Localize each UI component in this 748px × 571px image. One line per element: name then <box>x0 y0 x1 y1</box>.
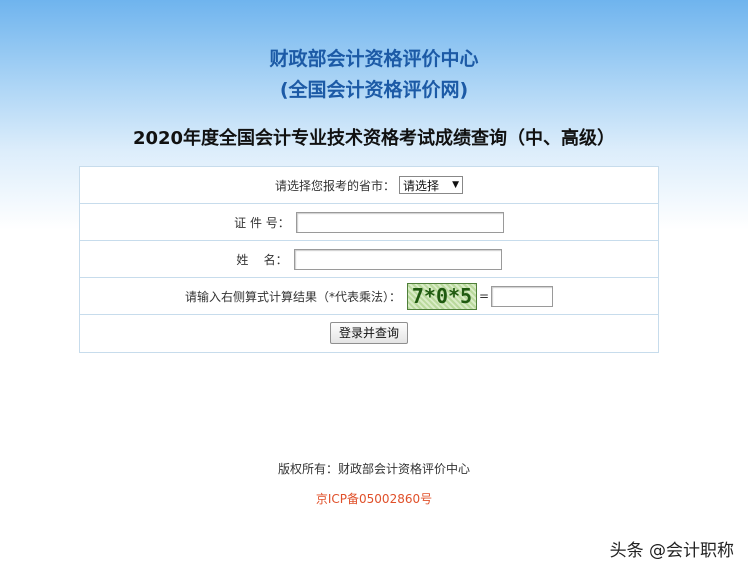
org-subtitle: (全国会计资格评价网) <box>279 79 469 101</box>
province-label: 请选择您报考的省市： <box>274 178 395 193</box>
id-number-input[interactable] <box>295 211 504 233</box>
id-label: 证 件 号： <box>234 215 290 230</box>
captcha-input[interactable] <box>491 285 554 307</box>
province-row: 请选择您报考的省市： 请选择 ▼ <box>80 167 658 204</box>
captcha-image[interactable]: 7*0*5 <box>406 282 477 310</box>
name-label: 姓 名： <box>236 252 288 267</box>
icp-link[interactable]: 京ICP备05002860号 <box>0 490 748 507</box>
org-name: 财政部会计资格评价中心 <box>269 48 479 70</box>
name-input[interactable] <box>293 248 502 270</box>
copyright-text: 版权所有：财政部会计资格评价中心 <box>277 462 470 476</box>
login-query-button[interactable]: 登录并查询 <box>329 321 408 344</box>
watermark: 头条 @会计职称 <box>609 541 734 561</box>
equals-sign: = <box>478 289 490 303</box>
page-title: 2020年度全国会计专业技术资格考试成绩查询（中、高级） <box>132 128 616 149</box>
province-select[interactable]: 请选择 ▼ <box>399 176 463 194</box>
id-row: 证 件 号： <box>80 204 658 241</box>
name-row: 姓 名： <box>80 241 658 278</box>
captcha-label: 请输入右侧算式计算结果（*代表乘法）： <box>184 289 401 304</box>
dropdown-arrow-icon: ▼ <box>452 180 459 190</box>
province-select-value: 请选择 <box>403 178 440 193</box>
submit-row: 登录并查询 <box>80 315 658 350</box>
captcha-row: 请输入右侧算式计算结果（*代表乘法）： 7*0*5 = <box>80 278 658 315</box>
query-form: 请选择您报考的省市： 请选择 ▼ 证 件 号： 姓 名： 请输入右侧算式计算结果… <box>79 166 659 353</box>
